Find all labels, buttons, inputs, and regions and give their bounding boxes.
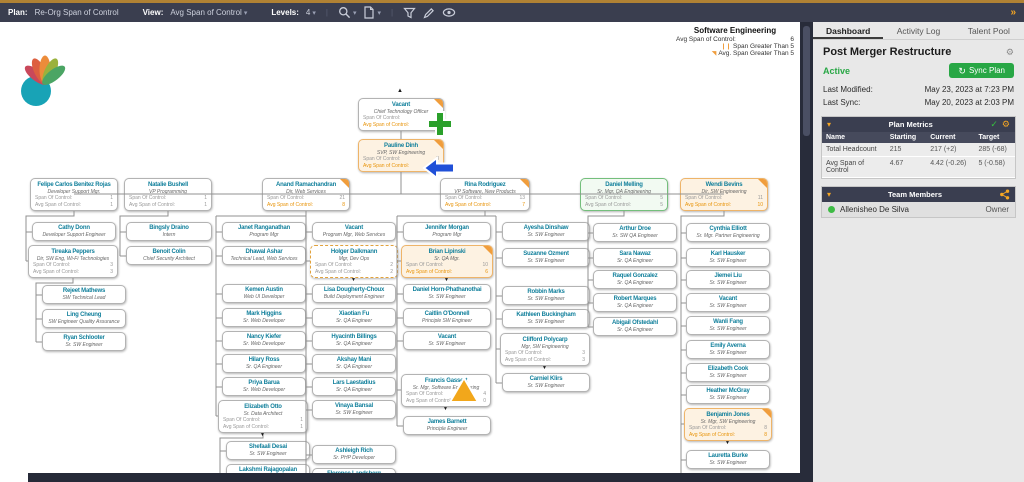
chevron-down-icon: ▾ bbox=[312, 9, 316, 17]
filter-button[interactable] bbox=[403, 7, 416, 19]
chevron-down-icon: ▾ bbox=[244, 9, 248, 17]
metric-starting: 215 bbox=[886, 143, 927, 157]
team-member-row[interactable]: Allenisheo De Silva Owner bbox=[822, 202, 1015, 217]
tab-activity-log[interactable]: Activity Log bbox=[883, 22, 953, 39]
col-current: Current bbox=[926, 132, 974, 143]
sync-icon: ↻ bbox=[958, 67, 966, 75]
table-row: Total Headcount 215 217 (+2) 285 (-68) bbox=[822, 143, 1015, 157]
chevron-down-icon: ▾ bbox=[377, 9, 381, 17]
move-arrow-icon[interactable] bbox=[422, 156, 456, 180]
col-target: Target bbox=[974, 132, 1015, 143]
last-modified-row: Last Modified: May 23, 2023 at 7:23 PM bbox=[813, 83, 1024, 96]
last-modified-label: Last Modified: bbox=[823, 85, 873, 94]
gear-icon[interactable]: ⚙ bbox=[1002, 119, 1010, 130]
last-modified-value: May 23, 2023 at 7:23 PM bbox=[925, 85, 1014, 94]
plan-title: Post Merger Restructure bbox=[823, 46, 1006, 58]
view-options-button[interactable] bbox=[442, 7, 456, 18]
member-name: Allenisheo De Silva bbox=[840, 205, 909, 214]
last-sync-row: Last Sync: May 20, 2023 at 2:03 PM bbox=[813, 96, 1024, 109]
metric-target: 285 (-68) bbox=[974, 143, 1015, 157]
collapse-down-icon[interactable]: ▼ bbox=[351, 278, 356, 283]
collapse-down-icon[interactable]: ▼ bbox=[542, 366, 547, 371]
edit-button[interactable] bbox=[423, 7, 435, 19]
online-status-dot bbox=[828, 206, 835, 213]
last-sync-value: May 20, 2023 at 2:03 PM bbox=[925, 98, 1014, 107]
metric-name: Total Headcount bbox=[822, 143, 886, 157]
col-starting: Starting bbox=[886, 132, 927, 143]
toolbar: Plan: Re-Org Span of Control View: Avg S… bbox=[0, 0, 1024, 22]
sync-plan-button[interactable]: ↻ Sync Plan bbox=[949, 63, 1014, 78]
metric-starting: 4.67 bbox=[886, 157, 927, 178]
document-icon bbox=[363, 6, 375, 19]
metric-current: 217 (+2) bbox=[926, 143, 974, 157]
warning-triangle-icon bbox=[448, 376, 480, 404]
member-role: Owner bbox=[985, 205, 1009, 214]
check-icon[interactable]: ✓ bbox=[990, 119, 998, 130]
last-sync-label: Last Sync: bbox=[823, 98, 860, 107]
collapse-up-icon[interactable]: ▲ bbox=[397, 88, 403, 94]
zoom-dropdown[interactable]: ▾ bbox=[338, 6, 357, 19]
horizontal-scrollbar[interactable] bbox=[28, 473, 800, 482]
tab-talent-pool[interactable]: Talent Pool bbox=[954, 22, 1024, 39]
collapse-down-icon[interactable]: ▼ bbox=[443, 407, 448, 412]
filter-icon bbox=[403, 7, 416, 19]
table-row: Avg Span of Control 4.67 4.42 (-0.26) 5 … bbox=[822, 157, 1015, 178]
sidebar-tabs: Dashboard Activity Log Talent Pool bbox=[813, 22, 1024, 40]
app-window: Plan: Re-Org Span of Control View: Avg S… bbox=[0, 0, 1024, 482]
collapse-chevron-icon[interactable]: ▾ bbox=[827, 120, 831, 129]
plan-metrics-table: Name Starting Current Target Total Headc… bbox=[822, 132, 1015, 178]
team-members-title: Team Members bbox=[835, 190, 995, 199]
add-node-icon[interactable] bbox=[426, 110, 454, 138]
metric-target: 5 (-0.58) bbox=[974, 157, 1015, 178]
export-dropdown[interactable]: ▾ bbox=[363, 6, 381, 19]
tab-dashboard[interactable]: Dashboard bbox=[813, 22, 883, 39]
view-label: View: bbox=[143, 8, 164, 17]
plan-metrics-title: Plan Metrics bbox=[835, 120, 986, 129]
plan-label: Plan: bbox=[8, 8, 28, 17]
metric-current: 4.42 (-0.26) bbox=[926, 157, 974, 178]
expand-sidebar-icon[interactable]: » bbox=[1010, 7, 1016, 18]
pencil-icon bbox=[423, 7, 435, 19]
status-badge: Active bbox=[823, 66, 850, 76]
chevron-down-icon: ▾ bbox=[353, 9, 357, 17]
share-icon[interactable] bbox=[999, 189, 1010, 200]
metric-name: Avg Span of Control bbox=[822, 157, 886, 178]
vertical-scrollbar-thumb[interactable] bbox=[803, 26, 810, 136]
collapse-down-icon[interactable]: ▼ bbox=[725, 441, 730, 446]
collapse-chevron-icon[interactable]: ▾ bbox=[827, 190, 831, 199]
magnifier-icon bbox=[338, 6, 351, 19]
levels-dropdown[interactable]: 4 ▾ bbox=[306, 8, 316, 17]
team-members-panel: ▾ Team Members Allenisheo De Silva Owner bbox=[821, 186, 1016, 218]
eye-icon bbox=[442, 7, 456, 18]
plan-metrics-panel: ▾ Plan Metrics ✓ ⚙ Name Starting Current… bbox=[821, 116, 1016, 179]
org-canvas[interactable]: Software Engineering Avg Span of Control… bbox=[0, 22, 800, 482]
collapse-down-icon[interactable]: ▼ bbox=[444, 278, 449, 283]
plan-value: Re-Org Span of Control bbox=[35, 8, 119, 17]
plan-settings-gear-icon[interactable]: ⚙ bbox=[1006, 47, 1014, 58]
sidebar: Dashboard Activity Log Talent Pool Post … bbox=[813, 22, 1024, 482]
col-name: Name bbox=[822, 132, 886, 143]
view-dropdown[interactable]: Avg Span of Control ▾ bbox=[170, 8, 247, 17]
collapse-down-icon[interactable]: ▼ bbox=[260, 433, 265, 438]
levels-label: Levels: bbox=[271, 8, 299, 17]
vertical-scrollbar[interactable] bbox=[800, 22, 813, 482]
